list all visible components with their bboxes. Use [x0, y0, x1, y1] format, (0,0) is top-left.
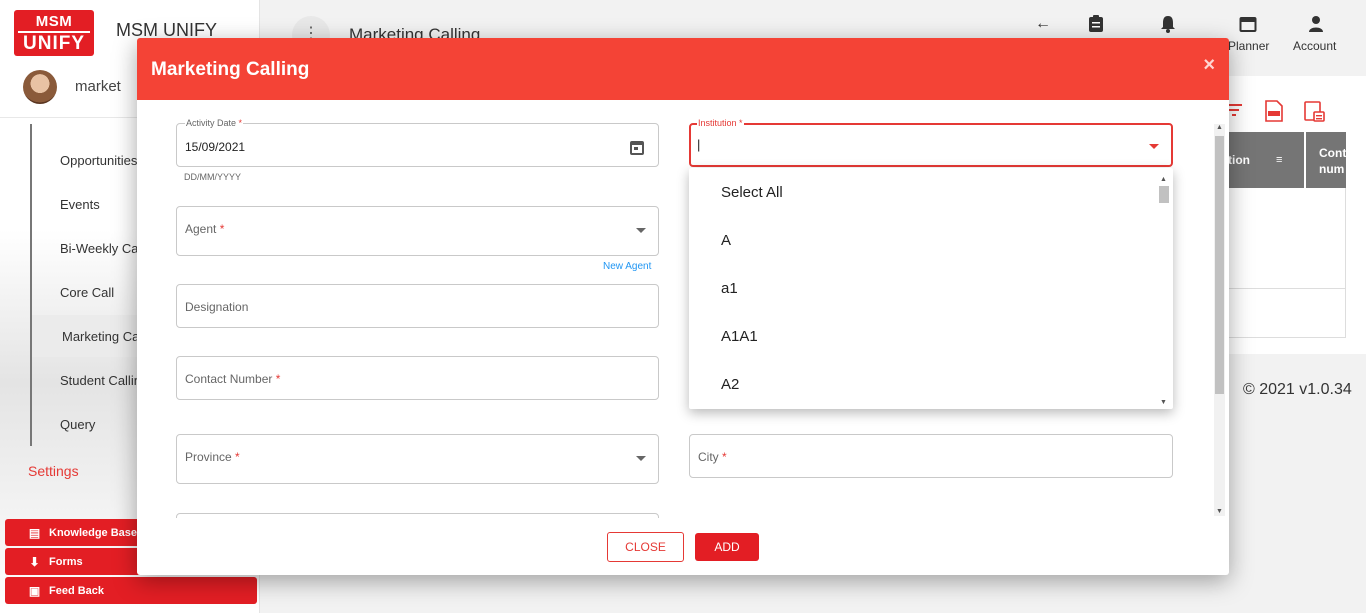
- user-name: market: [75, 78, 121, 95]
- institution-label-text: Institution: [698, 118, 737, 128]
- feedback-label: Feed Back: [49, 584, 105, 597]
- agent-label-text: Agent: [185, 222, 217, 236]
- feedback-icon: ▣: [28, 583, 41, 598]
- forms-label: Forms: [49, 555, 83, 568]
- agent-label: Agent *: [185, 222, 224, 236]
- sidebar-item-events[interactable]: Events: [60, 197, 100, 212]
- contact-number-label-text: Contact Number: [185, 372, 273, 386]
- table-header-col1[interactable]: tion: [1228, 153, 1250, 167]
- sidebar-item-opportunities[interactable]: Opportunities: [60, 153, 137, 168]
- chevron-down-icon[interactable]: [636, 456, 646, 461]
- dialog-title: Marketing Calling: [151, 59, 310, 80]
- bell-icon[interactable]: [1160, 15, 1176, 38]
- dialog-scrollbar[interactable]: ▲ ▼: [1214, 124, 1225, 516]
- required-mark: *: [238, 118, 243, 128]
- institution-label: Institution *: [697, 118, 744, 128]
- dropdown-scrollbar[interactable]: ▲ ▼: [1157, 176, 1171, 406]
- activity-date-hint: DD/MM/YYYY: [184, 172, 242, 182]
- province-select[interactable]: Province *: [176, 434, 659, 484]
- city-field[interactable]: City *: [689, 434, 1173, 478]
- close-icon[interactable]: ×: [1203, 54, 1215, 77]
- sidebar-item-bi-weekly-call[interactable]: Bi-Weekly Cal: [60, 241, 141, 256]
- scrollbar-thumb[interactable]: [1215, 136, 1224, 394]
- designation-field[interactable]: Designation: [176, 284, 659, 328]
- dialog-header: Marketing Calling ×: [137, 38, 1229, 100]
- city-label: City *: [698, 450, 727, 464]
- dropdown-option[interactable]: a1: [721, 280, 738, 297]
- feedback-button[interactable]: ▣ Feed Back: [5, 577, 257, 604]
- dialog-footer: CLOSE ADD: [137, 518, 1229, 575]
- scrollbar-thumb[interactable]: [1159, 186, 1169, 203]
- required-mark: *: [219, 222, 225, 236]
- new-agent-link[interactable]: New Agent: [603, 261, 651, 272]
- table-body: [1215, 188, 1346, 338]
- dropdown-option[interactable]: A2: [721, 376, 739, 393]
- contact-number-label: Contact Number *: [185, 372, 280, 386]
- activity-date-label-text: Activity Date: [186, 118, 237, 128]
- download-icon: ⬇: [29, 554, 40, 569]
- table-header-col2-line2[interactable]: num: [1319, 162, 1344, 176]
- export-xls-icon[interactable]: [1264, 100, 1284, 122]
- nav-tree-line: [30, 124, 32, 446]
- required-mark: *: [275, 372, 281, 386]
- sidebar-item-query[interactable]: Query: [60, 417, 95, 432]
- copyright-text: © 2021 v1.0.34: [1243, 381, 1352, 398]
- agent-select[interactable]: Agent *: [176, 206, 659, 256]
- chevron-down-icon[interactable]: [636, 228, 646, 233]
- table-header-divider: [1304, 132, 1306, 188]
- activity-date-field[interactable]: Activity Date * 15/09/2021: [176, 118, 659, 167]
- sidebar-item-student-calling[interactable]: Student Callin: [60, 373, 141, 388]
- table-header-col2-line1[interactable]: Cont: [1319, 146, 1346, 160]
- calendar-icon[interactable]: [1239, 15, 1257, 38]
- scroll-up-arrow[interactable]: ▲: [1160, 176, 1167, 183]
- add-button[interactable]: ADD: [695, 533, 759, 561]
- scroll-up-arrow[interactable]: ▲: [1216, 124, 1223, 131]
- province-label-text: Province: [185, 450, 232, 464]
- clipboard-icon[interactable]: [1088, 15, 1104, 38]
- calendar-icon[interactable]: [630, 141, 644, 155]
- institution-input-cursor[interactable]: |: [697, 137, 700, 152]
- knowledge-base-label: Knowledge Base: [49, 526, 138, 539]
- activity-date-value: 15/09/2021: [185, 140, 246, 154]
- province-label: Province *: [185, 450, 240, 464]
- required-mark: *: [739, 118, 743, 128]
- msm-unify-logo[interactable]: MSM UNIFY: [14, 10, 94, 56]
- designation-label: Designation: [185, 300, 249, 314]
- required-mark: *: [722, 450, 727, 464]
- scroll-down-arrow[interactable]: ▼: [1160, 399, 1167, 406]
- chevron-down-icon[interactable]: [1149, 144, 1159, 149]
- dropdown-option-select-all[interactable]: Select All: [721, 184, 783, 201]
- avatar[interactable]: [23, 70, 57, 104]
- sidebar-item-settings[interactable]: Settings: [28, 463, 79, 479]
- sort-filter-icon[interactable]: ≡: [1276, 154, 1282, 166]
- export-pdf-icon[interactable]: [1304, 101, 1326, 123]
- sidebar-item-marketing-calling[interactable]: Marketing Ca: [62, 329, 139, 344]
- book-icon: ▤: [28, 525, 41, 540]
- close-button[interactable]: CLOSE: [607, 532, 684, 562]
- city-label-text: City: [698, 450, 719, 464]
- institution-select[interactable]: Institution * |: [689, 118, 1173, 167]
- scroll-down-arrow[interactable]: ▼: [1216, 508, 1223, 515]
- dropdown-option[interactable]: A: [721, 232, 731, 249]
- logo-line1: MSM: [35, 13, 73, 30]
- account-icon[interactable]: [1308, 15, 1324, 38]
- table-row-divider: [1215, 288, 1346, 289]
- account-label[interactable]: Account: [1293, 39, 1336, 53]
- back-arrow-icon[interactable]: ←: [1035, 15, 1051, 33]
- dropdown-option[interactable]: A1A1: [721, 328, 758, 345]
- contact-number-field[interactable]: Contact Number *: [176, 356, 659, 400]
- activity-date-label: Activity Date *: [185, 118, 244, 128]
- planner-label[interactable]: Planner: [1228, 39, 1269, 53]
- institution-dropdown-list: Select All A a1 A1A1 A2 ▲ ▼: [689, 168, 1173, 409]
- sidebar-item-core-call[interactable]: Core Call: [60, 285, 114, 300]
- required-mark: *: [235, 450, 240, 464]
- logo-line2: UNIFY: [18, 31, 90, 55]
